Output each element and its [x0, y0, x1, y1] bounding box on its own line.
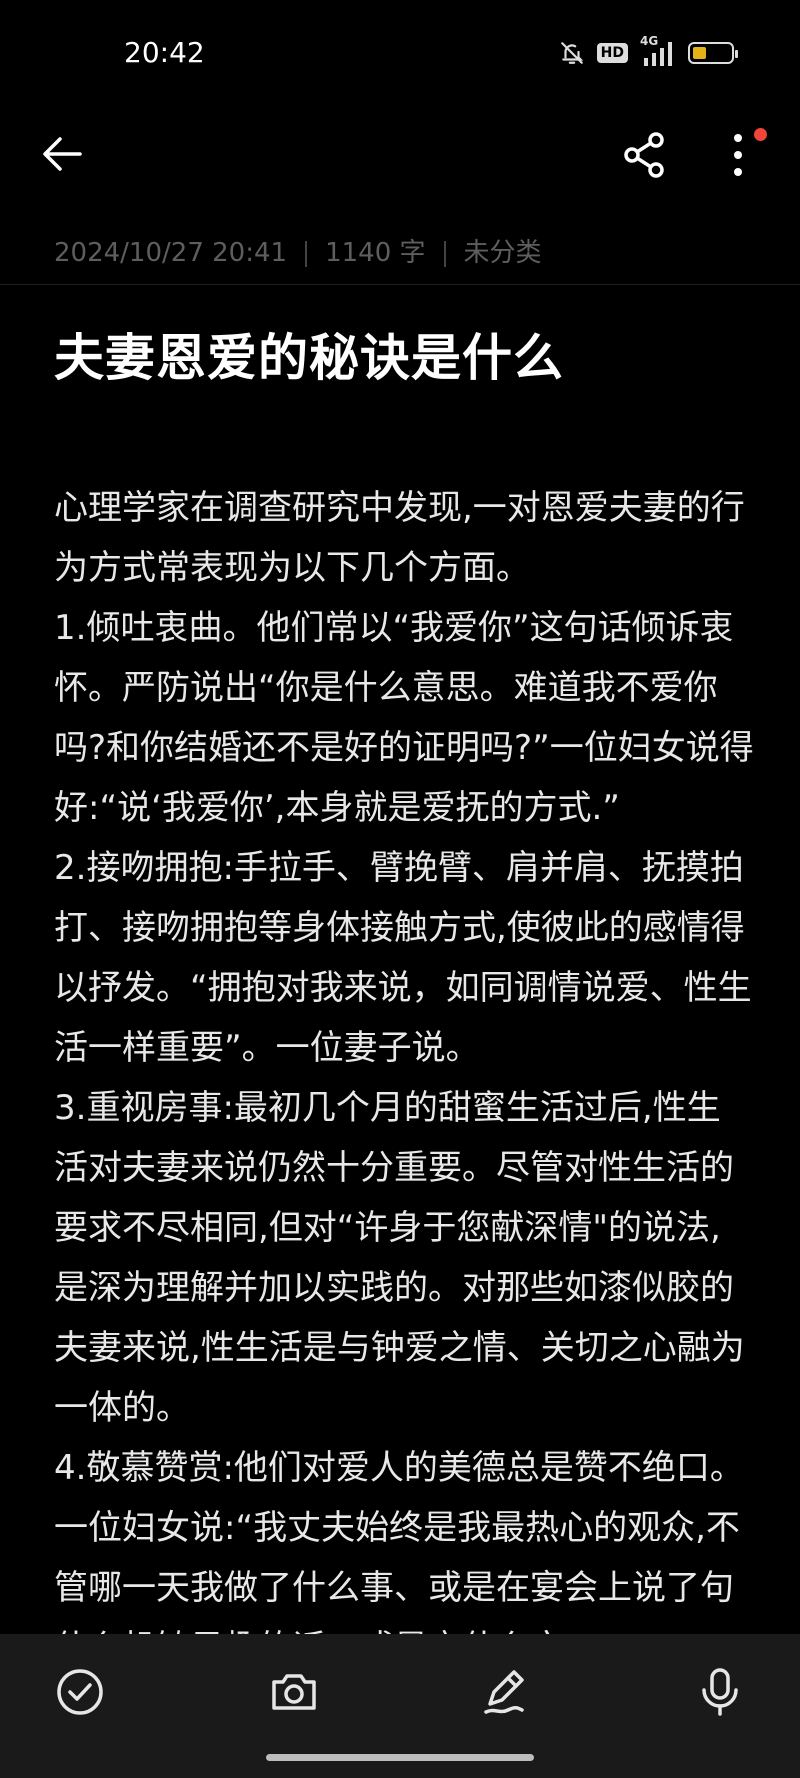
note-paragraph: 心理学家在调查研究中发现,一对恩爱夫妻的行为方式常表现为以下几个方面。: [54, 488, 745, 588]
signal-icon: 4G: [640, 34, 676, 66]
camera-button[interactable]: [266, 1664, 322, 1720]
checkbox-icon: [57, 1669, 103, 1715]
status-time: 20:42: [124, 36, 205, 69]
back-button[interactable]: [38, 130, 86, 178]
camera-icon: [272, 1674, 316, 1710]
gesture-bar[interactable]: [266, 1754, 534, 1761]
meta-divider: [305, 240, 308, 267]
note-category[interactable]: 未分类: [464, 238, 542, 268]
battery-fill: [693, 47, 706, 59]
arrow-left-icon: [43, 137, 82, 171]
voice-input-button[interactable]: [692, 1664, 748, 1720]
header-divider: [0, 284, 800, 285]
meta-divider: [443, 240, 446, 267]
note-word-count: 1140 字: [325, 238, 426, 268]
hd-badge: HD: [596, 43, 628, 63]
note-paragraph: 3.重视房事:最初几个月的甜蜜生活过后,性生活对夫妻来说仍然十分重要。尽管对性生…: [54, 1088, 745, 1428]
share-icon: [624, 132, 664, 178]
notification-dot: [754, 128, 767, 141]
microphone-icon: [702, 1668, 738, 1716]
pen-icon: [484, 1670, 524, 1714]
battery-icon: [688, 42, 738, 64]
more-vertical-icon: [734, 134, 742, 176]
note-date: 2024/10/27 20:41: [54, 238, 288, 268]
note-paragraph: 2.接吻拥抱:手拉手、臂挽臂、肩并肩、抚摸拍打、接吻拥抱等身体接触方式,使彼此的…: [54, 848, 752, 1068]
note-meta: 2024/10/27 20:41 1140 字 未分类: [54, 232, 542, 269]
note-title[interactable]: 夫妻恩爱的秘诀是什么: [54, 318, 564, 390]
handwriting-button[interactable]: [478, 1664, 534, 1720]
status-icons: HD 4G: [559, 34, 738, 68]
battery-tip: [735, 50, 738, 58]
checklist-button[interactable]: [52, 1664, 108, 1720]
mute-bell-icon: [559, 40, 585, 66]
note-body[interactable]: 心理学家在调查研究中发现,一对恩爱夫妻的行为方式常表现为以下几个方面。 1.倾吐…: [54, 478, 754, 1678]
note-paragraph: 1.倾吐衷曲。他们常以“我爱你”这句话倾诉衷怀。严防说出“你是什么意思。难道我不…: [54, 608, 754, 828]
network-type: 4G: [640, 34, 659, 48]
more-button[interactable]: [720, 130, 756, 180]
share-button[interactable]: [620, 130, 670, 180]
toolbar: [0, 110, 800, 200]
status-bar: 20:42 HD 4G: [0, 0, 800, 100]
